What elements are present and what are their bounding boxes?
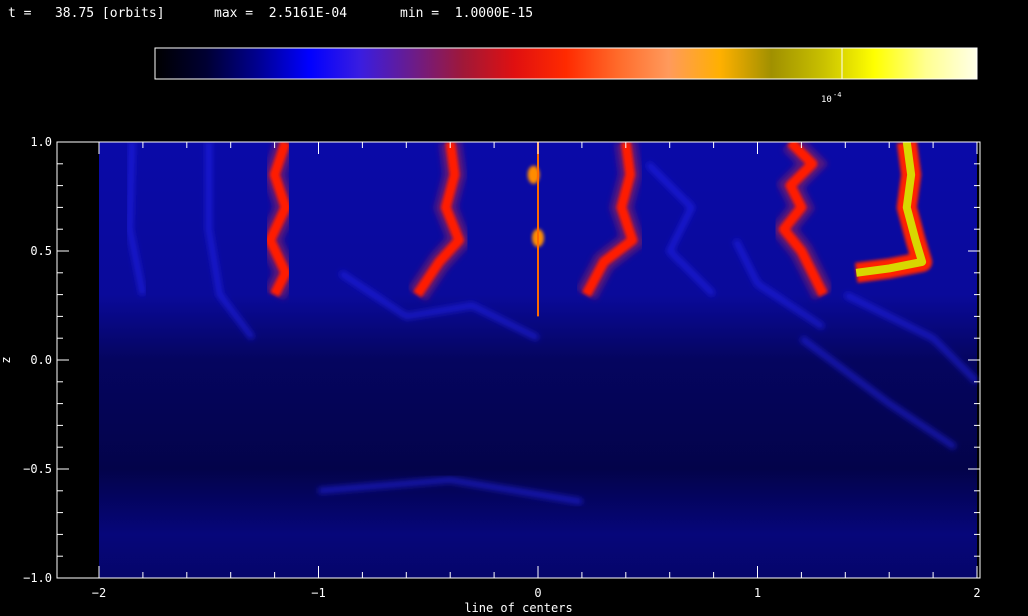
y-tick-label: −1.0	[23, 571, 52, 585]
x-tick-label: −1	[311, 586, 325, 600]
x-tick-label: −2	[92, 586, 106, 600]
x-tick-label: 2	[973, 586, 980, 600]
colorbar-tick-label: 10	[821, 95, 832, 105]
y-tick-label: 1.0	[30, 135, 52, 149]
x-axis-label: line of centers	[464, 601, 572, 615]
colorbar-gradient	[154, 47, 978, 80]
heatmap-field	[57, 142, 980, 578]
chart-svg: 10 -4 −2 −1 0 1 2 −1.0 −0.5 0.0 0.5 1.0 line of cen…	[0, 47, 981, 615]
y-tick-label: −0.5	[23, 462, 52, 476]
heatmap-plot	[57, 142, 980, 578]
colorbar: 10 -4	[154, 47, 978, 105]
y-tick-label: 0.5	[30, 244, 52, 258]
x-tick-label: 0	[534, 586, 541, 600]
y-tick-label: 0.0	[30, 353, 52, 367]
colorbar-tick-exponent: -4	[833, 91, 841, 99]
figure-root: t = 38.75 [orbits] max = 2.5161E-04 min …	[0, 0, 1028, 616]
y-axis-label: z	[0, 356, 13, 363]
x-tick-label: 1	[754, 586, 761, 600]
